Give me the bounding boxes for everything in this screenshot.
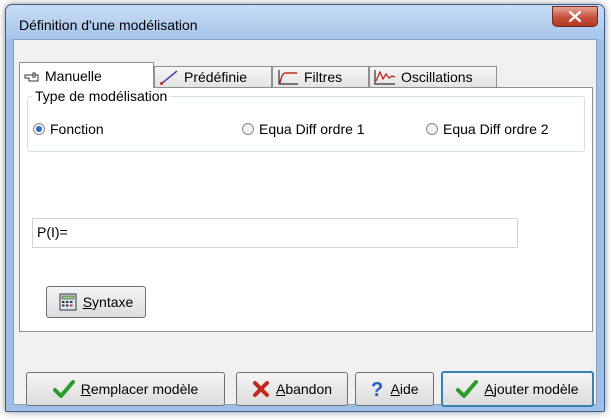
calculator-icon <box>59 293 77 311</box>
radio-equa-diff-1[interactable]: Equa Diff ordre 1 <box>242 121 365 137</box>
oscillation-icon <box>374 70 396 85</box>
formula-value: P(I)= <box>37 224 68 240</box>
abandon-button[interactable]: Abandon <box>236 372 348 406</box>
filter-curve-icon <box>278 70 298 85</box>
model-type-group: Type de modélisation Fonction Equa Diff … <box>27 88 585 152</box>
hand-pointer-icon <box>24 72 39 81</box>
radio-label: Fonction <box>50 121 104 137</box>
replace-model-label: Remplacer modèle <box>80 381 199 397</box>
add-model-button[interactable]: Ajouter modèle <box>441 371 594 407</box>
help-label: Aide <box>390 381 419 397</box>
radio-indicator <box>426 123 438 135</box>
svg-text:?: ? <box>371 379 383 399</box>
radio-indicator <box>33 123 45 135</box>
tab-oscillations[interactable]: Oscillations <box>369 66 497 87</box>
syntax-label: Syntaxe <box>82 294 134 310</box>
radio-fonction[interactable]: Fonction <box>33 121 104 137</box>
tab-predefinie[interactable]: Prédéfinie <box>154 66 272 87</box>
dialog-body: Manuelle Prédéfinie Filtres Oscillations… <box>13 39 597 407</box>
tab-label: Filtres <box>304 69 343 85</box>
add-model-label: Ajouter modèle <box>484 381 579 397</box>
checkmark-icon <box>456 380 479 398</box>
abandon-label: Abandon <box>275 381 333 397</box>
close-button[interactable] <box>552 6 598 27</box>
tab-label: Oscillations <box>401 69 473 85</box>
tab-manuelle[interactable]: Manuelle <box>19 62 154 88</box>
close-icon <box>569 11 581 22</box>
group-label: Type de modélisation <box>32 88 171 104</box>
radio-label: Equa Diff ordre 1 <box>259 121 365 137</box>
tab-filtres[interactable]: Filtres <box>272 66 369 87</box>
window-title: Définition d'une modélisation <box>19 17 198 33</box>
tab-label: Prédéfinie <box>184 69 248 85</box>
cross-icon <box>252 381 269 397</box>
radio-indicator <box>242 123 254 135</box>
checkmark-icon <box>52 380 75 398</box>
dialog-window: Définition d'une modélisation Manuelle P… <box>5 4 605 412</box>
line-chart-icon <box>160 70 178 85</box>
radio-equa-diff-2[interactable]: Equa Diff ordre 2 <box>426 121 549 137</box>
tab-label: Manuelle <box>45 67 102 84</box>
radio-label: Equa Diff ordre 2 <box>443 121 549 137</box>
replace-model-button[interactable]: Remplacer modèle <box>26 372 225 406</box>
help-button[interactable]: ? Aide <box>355 372 434 406</box>
syntax-button[interactable]: Syntaxe <box>46 286 146 318</box>
question-mark-icon: ? <box>371 379 383 399</box>
title-bar[interactable]: Définition d'une modélisation <box>6 5 604 39</box>
formula-input[interactable]: P(I)= <box>32 218 518 248</box>
tab-panel-manuelle: Type de modélisation Fonction Equa Diff … <box>19 87 593 332</box>
